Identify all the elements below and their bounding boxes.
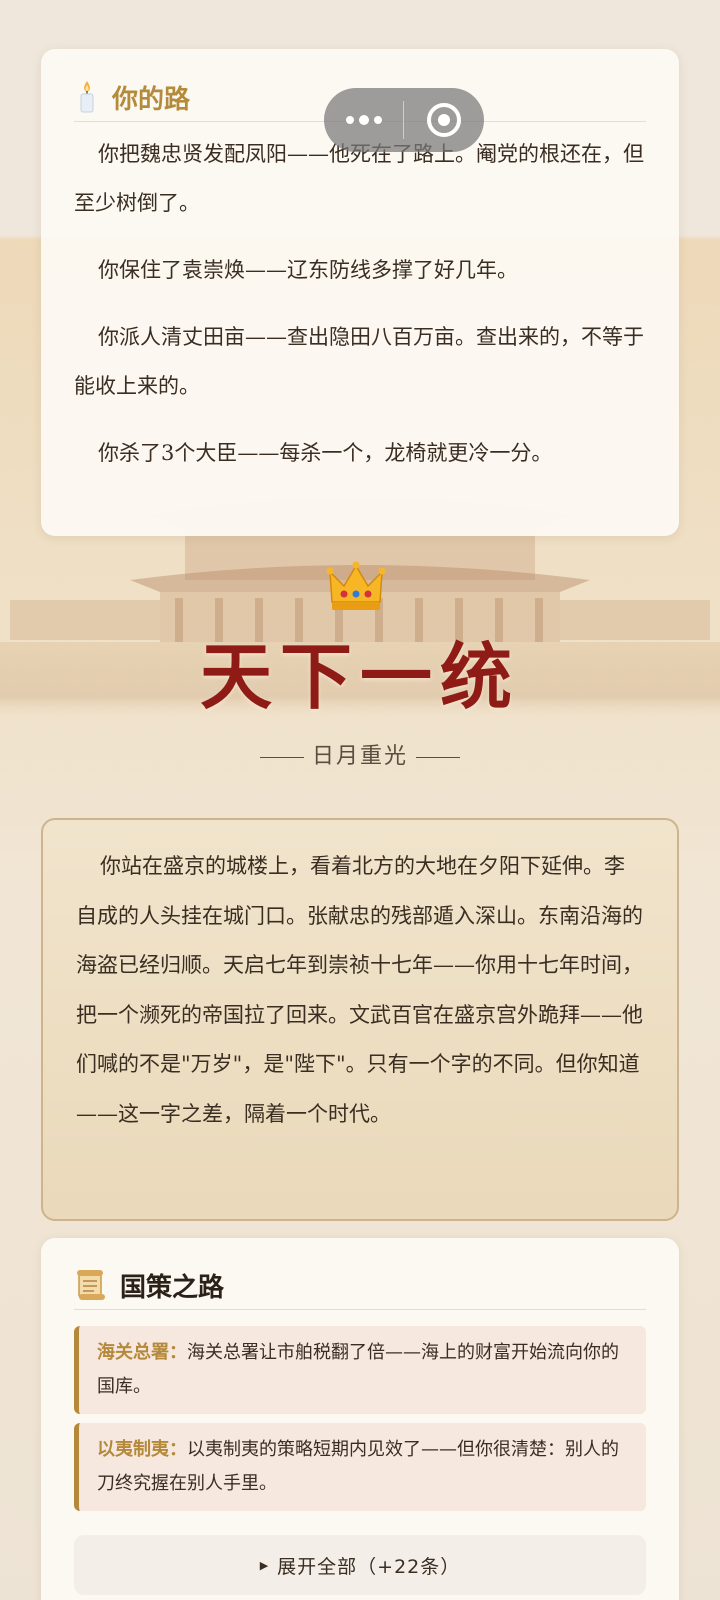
ending-story-card: 你站在盛京的城楼上，看着北方的大地在夕阳下延伸。李自成的人头挂在城门口。张献忠的… — [41, 818, 679, 1221]
expand-triangle-icon: ▶ — [259, 1558, 270, 1572]
policy-item-name: 以夷制夷： — [97, 1439, 187, 1460]
mini-program-capsule — [324, 88, 484, 152]
your-path-title: 你的路 — [112, 85, 191, 115]
ending-subtitle: 日月重光 — [311, 744, 408, 769]
policy-path-title: 国策之路 — [120, 1273, 225, 1303]
path-paragraph: 你保住了袁崇焕——辽东防线多撑了好几年。 — [98, 258, 518, 282]
path-paragraph: 你杀了3个大臣——每杀一个，龙椅就更冷一分。 — [98, 441, 553, 465]
target-circle-icon[interactable] — [404, 88, 484, 152]
expand-all-label: 展开全部（+22条） — [277, 1555, 461, 1578]
ending-subtitle-row: 日月重光 — [0, 738, 720, 770]
expand-all-button[interactable]: ▶ 展开全部（+22条） — [74, 1535, 646, 1595]
policy-item-name: 海关总署： — [97, 1342, 187, 1363]
scroll-icon — [74, 1267, 108, 1305]
more-dots-icon[interactable] — [324, 88, 403, 152]
ending-story-text: 你站在盛京的城楼上，看着北方的大地在夕阳下延伸。李自成的人头挂在城门口。张献忠的… — [76, 854, 643, 1126]
subtitle-dash-left — [259, 756, 304, 758]
policy-path-header: 国策之路 — [74, 1262, 646, 1310]
path-paragraph: 你派人清丈田亩——查出隐田八百万亩。查出来的，不等于能收上来的。 — [74, 325, 644, 398]
candle-icon — [74, 79, 100, 117]
policy-item: 海关总署：海关总署让市舶税翻了倍——海上的财富开始流向你的国库。 — [74, 1326, 646, 1414]
crown-icon — [326, 558, 386, 614]
policy-path-card: 国策之路 海关总署：海关总署让市舶税翻了倍——海上的财富开始流向你的国库。 以夷… — [41, 1238, 679, 1600]
subtitle-dash-right — [416, 756, 460, 758]
ending-title: 天下一统 — [199, 635, 520, 719]
policy-item: 以夷制夷：以夷制夷的策略短期内见效了——但你很清楚：别人的刀终究握在别人手里。 — [74, 1423, 646, 1511]
